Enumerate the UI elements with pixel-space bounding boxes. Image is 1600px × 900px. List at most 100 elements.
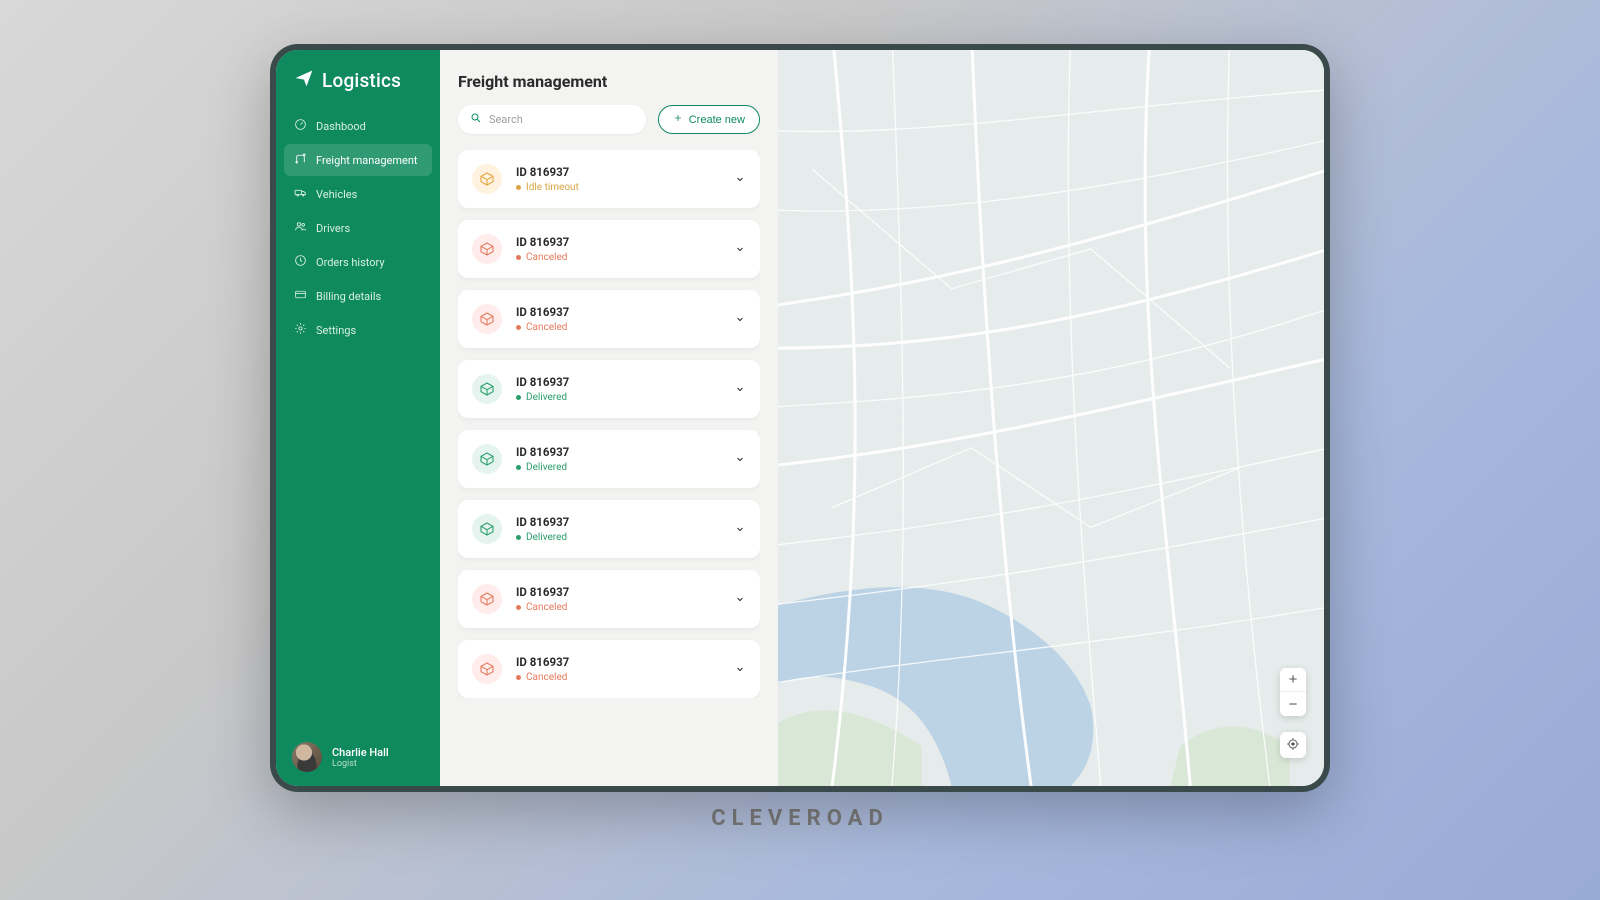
freight-status: Canceled: [516, 602, 720, 613]
freight-card[interactable]: ID 816937 Canceled: [458, 640, 760, 698]
paper-plane-icon: [294, 68, 314, 92]
freight-card[interactable]: ID 816937 Delivered: [458, 360, 760, 418]
plus-icon: [673, 113, 683, 126]
package-icon: [472, 164, 502, 194]
sidebar-item-label: Freight management: [316, 154, 418, 167]
status-label: Canceled: [526, 602, 567, 613]
freight-card[interactable]: ID 816937 Canceled: [458, 290, 760, 348]
status-label: Idle timeout: [526, 182, 579, 193]
status-label: Canceled: [526, 322, 567, 333]
freight-card[interactable]: ID 816937 Delivered: [458, 500, 760, 558]
chevron-down-icon: [734, 590, 746, 609]
sidebar-nav: Dashbood Freight management Vehicles Driver…: [276, 110, 440, 346]
chevron-down-icon: [734, 310, 746, 329]
avatar: [292, 742, 322, 772]
freight-card[interactable]: ID 816937 Canceled: [458, 220, 760, 278]
chevron-down-icon: [734, 170, 746, 189]
map-panel[interactable]: + −: [778, 50, 1324, 786]
freight-id: ID 816937: [516, 445, 720, 459]
locate-button[interactable]: [1280, 732, 1306, 758]
status-dot-icon: [516, 255, 521, 260]
sidebar-item-label: Drivers: [316, 222, 350, 235]
zoom-in-button[interactable]: +: [1280, 668, 1306, 692]
freight-id: ID 816937: [516, 375, 720, 389]
zoom-control: + −: [1280, 668, 1306, 716]
package-icon: [472, 234, 502, 264]
freight-status: Canceled: [516, 322, 720, 333]
search-icon: [470, 112, 482, 127]
freight-id: ID 816937: [516, 655, 720, 669]
sidebar-item-label: Billing details: [316, 290, 381, 303]
sidebar-item-settings[interactable]: Settings: [284, 314, 432, 346]
package-icon: [472, 444, 502, 474]
chevron-down-icon: [734, 240, 746, 259]
profile[interactable]: Charlie Hall Logist: [276, 742, 440, 772]
page-title: Freight management: [458, 72, 760, 91]
freight-card[interactable]: ID 816937 Canceled: [458, 570, 760, 628]
footer-brand: CLEVEROAD: [711, 806, 889, 831]
freight-card[interactable]: ID 816937 Delivered: [458, 430, 760, 488]
list-panel: Freight management Search Create new ID …: [440, 50, 778, 786]
freight-status: Canceled: [516, 672, 720, 683]
sidebar-item-dashbood[interactable]: Dashbood: [284, 110, 432, 142]
status-dot-icon: [516, 605, 521, 610]
freight-id: ID 816937: [516, 585, 720, 599]
freight-status: Delivered: [516, 532, 720, 543]
sidebar-item-billing-details[interactable]: Billing details: [284, 280, 432, 312]
card-icon: [294, 288, 307, 304]
truck-icon: [294, 186, 307, 202]
chevron-down-icon: [734, 660, 746, 679]
sidebar-item-freight-management[interactable]: Freight management: [284, 144, 432, 176]
sidebar-item-orders-history[interactable]: Orders history: [284, 246, 432, 278]
sidebar-item-label: Dashbood: [316, 120, 366, 133]
freight-id: ID 816937: [516, 165, 720, 179]
crosshair-icon: [1286, 736, 1300, 755]
sidebar-item-label: Vehicles: [316, 188, 357, 201]
package-icon: [472, 514, 502, 544]
package-icon: [472, 304, 502, 334]
freight-id: ID 816937: [516, 305, 720, 319]
sidebar-item-drivers[interactable]: Drivers: [284, 212, 432, 244]
package-icon: [472, 654, 502, 684]
chevron-down-icon: [734, 520, 746, 539]
freight-status: Canceled: [516, 252, 720, 263]
sidebar-item-vehicles[interactable]: Vehicles: [284, 178, 432, 210]
package-icon: [472, 584, 502, 614]
clock-icon: [294, 254, 307, 270]
gauge-icon: [294, 118, 307, 134]
create-new-label: Create new: [689, 114, 745, 126]
brand: Logistics: [276, 68, 440, 110]
sidebar-item-label: Settings: [316, 324, 356, 337]
search-placeholder: Search: [489, 113, 523, 126]
chevron-down-icon: [734, 380, 746, 399]
app-screen: Logistics Dashbood Freight management Vehi…: [276, 50, 1324, 786]
gear-icon: [294, 322, 307, 338]
chevron-down-icon: [734, 450, 746, 469]
freight-status: Delivered: [516, 462, 720, 473]
toolbar: Search Create new: [458, 105, 760, 134]
status-dot-icon: [516, 325, 521, 330]
status-label: Canceled: [526, 672, 567, 683]
package-icon: [472, 374, 502, 404]
status-dot-icon: [516, 185, 521, 190]
search-input[interactable]: Search: [458, 105, 646, 134]
map-background: [778, 50, 1324, 786]
create-new-button[interactable]: Create new: [658, 105, 760, 134]
status-dot-icon: [516, 675, 521, 680]
sidebar-item-label: Orders history: [316, 256, 385, 269]
status-label: Canceled: [526, 252, 567, 263]
status-label: Delivered: [526, 392, 567, 403]
freight-id: ID 816937: [516, 235, 720, 249]
freight-card[interactable]: ID 816937 Idle timeout: [458, 150, 760, 208]
profile-name: Charlie Hall: [332, 746, 389, 759]
route-icon: [294, 152, 307, 168]
status-dot-icon: [516, 465, 521, 470]
brand-text: Logistics: [322, 69, 401, 92]
device-frame: Logistics Dashbood Freight management Vehi…: [270, 44, 1330, 792]
status-label: Delivered: [526, 462, 567, 473]
freight-id: ID 816937: [516, 515, 720, 529]
zoom-out-button[interactable]: −: [1280, 692, 1306, 716]
status-dot-icon: [516, 535, 521, 540]
freight-status: Delivered: [516, 392, 720, 403]
status-label: Delivered: [526, 532, 567, 543]
